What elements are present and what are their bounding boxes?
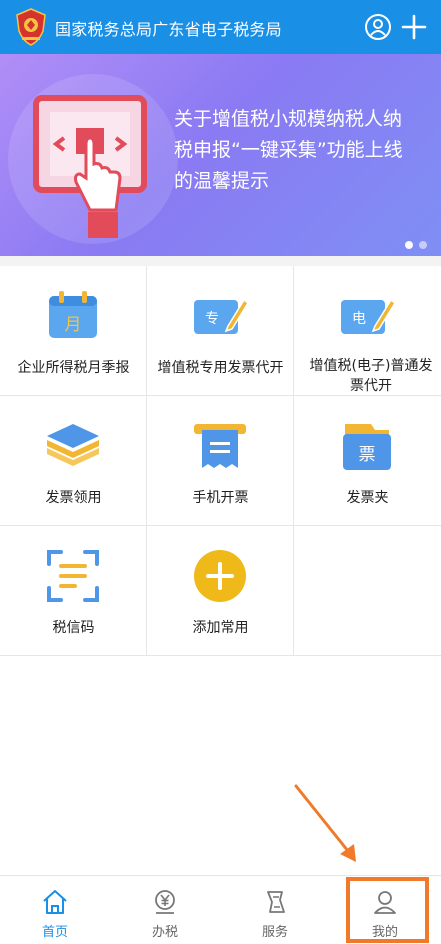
grid-item-label: 增值税(电子)普通发票代开 <box>309 358 433 394</box>
grid-item-add-favorite[interactable]: 添加常用 <box>147 526 294 656</box>
grid-item-label: 税信码 <box>52 620 95 636</box>
invoice-printer-icon <box>194 424 246 468</box>
calendar-month-icon: 月 <box>49 291 97 338</box>
invoice-folder-icon: 票 <box>343 424 391 470</box>
grid-item-mobile-invoicing[interactable]: 手机开票 <box>147 396 294 526</box>
grid-item-vat-special-invoice[interactable]: 专 增值税专用发票代开 <box>147 266 294 396</box>
top-bar: 国家税务总局广东省电子税务局 <box>0 0 441 54</box>
grid-item-label: 发票夹 <box>346 490 389 506</box>
user-circle-icon[interactable] <box>364 13 392 41</box>
nav-label: 办税 <box>151 925 178 940</box>
grid-item-label: 添加常用 <box>192 620 249 636</box>
nav-item-home[interactable]: 首页 <box>0 876 110 944</box>
grid-item-label: 发票领用 <box>45 490 102 506</box>
grid-item-label: 手机开票 <box>192 490 249 506</box>
grid-item-vat-e-invoice[interactable]: 电 增值税(电子)普通发票代开 <box>294 266 441 396</box>
tax-emblem-icon <box>16 8 46 46</box>
promo-banner[interactable]: 关于增值税小规模纳税人纳 税申报“一键采集”功能上线 的温馨提示 <box>0 54 441 256</box>
electronic-invoice-pen-icon: 电 <box>341 298 396 334</box>
app-title: 国家税务总局广东省电子税务局 <box>55 20 282 39</box>
carousel-dot[interactable] <box>419 241 427 249</box>
annotation-arrow-icon <box>294 784 356 862</box>
banner-headline: 关于增值税小规模纳税人纳 税申报“一键采集”功能上线 的温馨提示 <box>174 104 429 197</box>
nav-label: 服务 <box>261 925 288 940</box>
carousel-dot[interactable] <box>405 241 413 249</box>
svg-text:票: 票 <box>359 445 376 465</box>
click-hand-illustration-icon <box>33 95 147 238</box>
grid-item-label: 企业所得税月季报 <box>17 360 130 376</box>
grid-item-empty <box>294 526 441 656</box>
nav-item-tax[interactable]: 办税 <box>110 876 220 944</box>
app-screen: 国家税务总局广东省电子税务局 关于增值税小规模纳税人纳 税申报“一键采集”功能上… <box>0 0 441 944</box>
nav-label: 首页 <box>41 925 68 940</box>
annotation-highlight-box <box>346 877 429 943</box>
grid-item-enterprise-income-tax[interactable]: 月 企业所得税月季报 <box>0 266 147 396</box>
stacked-layers-icon <box>47 424 99 466</box>
plus-icon[interactable] <box>400 13 428 41</box>
svg-text:专: 专 <box>205 311 219 327</box>
special-invoice-pen-icon: 专 <box>194 298 249 334</box>
grid-item-label: 增值税专用发票代开 <box>157 360 284 376</box>
svg-text:电: 电 <box>352 311 366 327</box>
banner-line: 税申报“一键采集”功能上线 <box>174 139 403 161</box>
scan-code-icon <box>47 550 99 602</box>
banner-line: 的温馨提示 <box>174 170 270 192</box>
service-icon <box>267 891 285 913</box>
add-circle-icon <box>194 550 246 602</box>
grid-item-invoice-folder[interactable]: 票 发票夹 <box>294 396 441 526</box>
section-divider <box>0 256 441 266</box>
banner-line: 关于增值税小规模纳税人纳 <box>174 108 403 130</box>
grid-item-invoice-collect[interactable]: 发票领用 <box>0 396 147 526</box>
grid-item-tax-credit-code[interactable]: 税信码 <box>0 526 147 656</box>
nav-item-service[interactable]: 服务 <box>220 876 330 944</box>
carousel-dots <box>405 241 427 249</box>
home-icon <box>43 890 67 914</box>
yen-coin-icon <box>155 890 175 914</box>
svg-text:月: 月 <box>65 315 82 335</box>
